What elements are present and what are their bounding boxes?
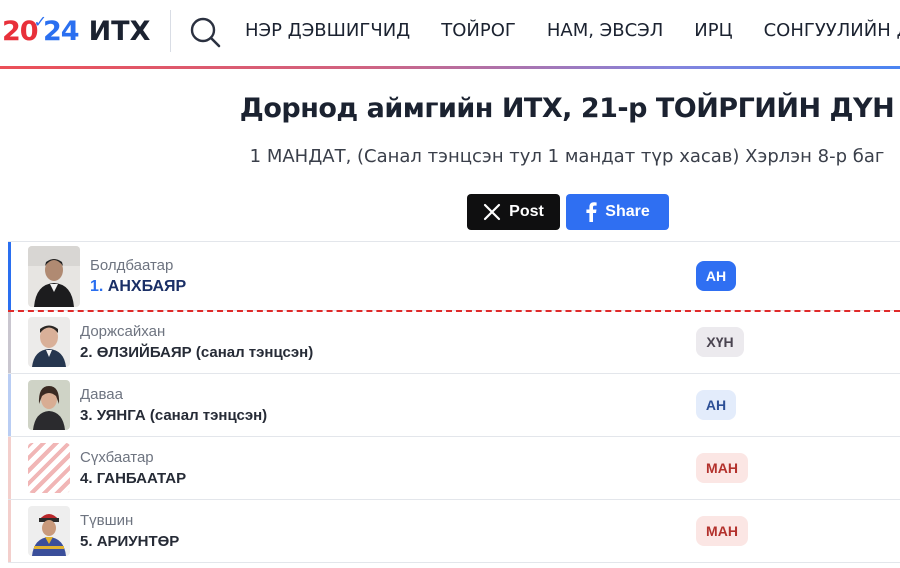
party-badge: МАН — [696, 453, 748, 483]
candidate-photo — [28, 317, 70, 367]
party-color-bar — [8, 311, 11, 373]
search-icon[interactable] — [188, 15, 222, 49]
party-badge: АН — [696, 390, 736, 420]
logo-year-start: 20 — [2, 15, 39, 47]
candidate-patronym: Даваа — [80, 385, 123, 403]
candidate-row[interactable]: Түвшин 5. АРИУНТӨР МАН — [8, 500, 900, 563]
party-badge: МАН — [696, 516, 748, 546]
candidate-patronym: Түвшин — [80, 511, 134, 529]
candidate-rank: 3. — [80, 406, 93, 424]
top-navigation: 20 ✓ 24 ИТХ НЭР ДЭВШИГЧИД ТОЙРОГ НАМ, ЭВСЭ… — [0, 0, 900, 64]
nav-candidates[interactable]: НЭР ДЭВШИГЧИД — [245, 18, 410, 44]
logo-year-end: 24 — [42, 15, 80, 47]
party-color-bar — [8, 500, 11, 562]
candidate-row[interactable]: Сүхбаатар 4. ГАНБААТАР МАН — [8, 437, 900, 500]
candidate-patronym: Доржсайхан — [80, 322, 166, 340]
page-subtitle: 1 МАНДАТ, (Санал тэнцсэн тул 1 мандат тү… — [249, 146, 885, 167]
share-button[interactable]: Share — [566, 194, 669, 230]
check-mark-icon: ✓ — [33, 11, 47, 31]
candidate-name: УЯНГА (санал тэнцсэн) — [96, 406, 268, 424]
share-buttons: Post Share — [467, 194, 669, 230]
candidate-photo — [28, 380, 70, 430]
candidate-row[interactable]: Доржсайхан 2. ӨЛЗИЙБАЯР (санал тэнцсэн) … — [8, 311, 900, 374]
candidate-rank: 2. — [80, 343, 93, 361]
placeholder-photo — [28, 443, 70, 493]
candidate-name: ӨЛЗИЙБАЯР (санал тэнцсэн) — [96, 343, 314, 361]
candidate-photo — [28, 245, 80, 307]
site-logo[interactable]: 20 ✓ 24 ИТХ — [2, 11, 151, 48]
candidate-name: АНХБАЯР — [107, 277, 187, 295]
header-divider — [170, 10, 171, 52]
candidate-patronym: Болдбаатар — [90, 256, 174, 274]
logo-org: ИТХ — [88, 15, 151, 47]
party-color-bar — [8, 437, 11, 499]
post-label: Post — [509, 203, 544, 220]
candidate-rank: 4. — [80, 469, 93, 487]
winner-indicator — [8, 242, 11, 310]
nav-districts[interactable]: ТОЙРОГ — [441, 18, 516, 44]
candidate-row[interactable]: Даваа 3. УЯНГА (санал тэнцсэн) АН — [8, 374, 900, 437]
mandate-cutoff-line — [8, 310, 900, 312]
main-nav: НЭР ДЭВШИГЧИД ТОЙРОГ НАМ, ЭВСЭЛ ИРЦ СОНГ… — [245, 18, 900, 44]
share-label: Share — [605, 203, 650, 220]
candidate-rank: 1. — [90, 277, 104, 295]
header-accent-line — [0, 66, 900, 69]
party-color-bar — [8, 374, 11, 436]
nav-turnout[interactable]: ИРЦ — [694, 18, 732, 44]
party-badge: ХҮН — [696, 327, 744, 357]
candidate-row[interactable]: Болдбаатар 1. АНХБАЯР АН — [8, 241, 900, 311]
page-title: Дорнод аймгийн ИТХ, 21-р ТОЙРГИЙН ДҮН — [239, 93, 895, 124]
candidate-list: Болдбаатар 1. АНХБАЯР АН Доржсайхан 2. Ө… — [8, 241, 900, 563]
party-badge: АН — [696, 261, 736, 291]
post-button[interactable]: Post — [467, 194, 560, 230]
nav-parties[interactable]: НАМ, ЭВСЭЛ — [547, 18, 663, 44]
candidate-rank: 5. — [80, 532, 93, 550]
candidate-patronym: Сүхбаатар — [80, 448, 154, 466]
candidate-name: ГАНБААТАР — [96, 469, 187, 487]
nav-election[interactable]: СОНГУУЛИЙН Д — [764, 18, 900, 44]
x-logo-icon — [484, 203, 501, 221]
candidate-photo — [28, 506, 70, 556]
candidate-name: АРИУНТӨР — [96, 532, 180, 550]
facebook-icon — [586, 202, 597, 222]
